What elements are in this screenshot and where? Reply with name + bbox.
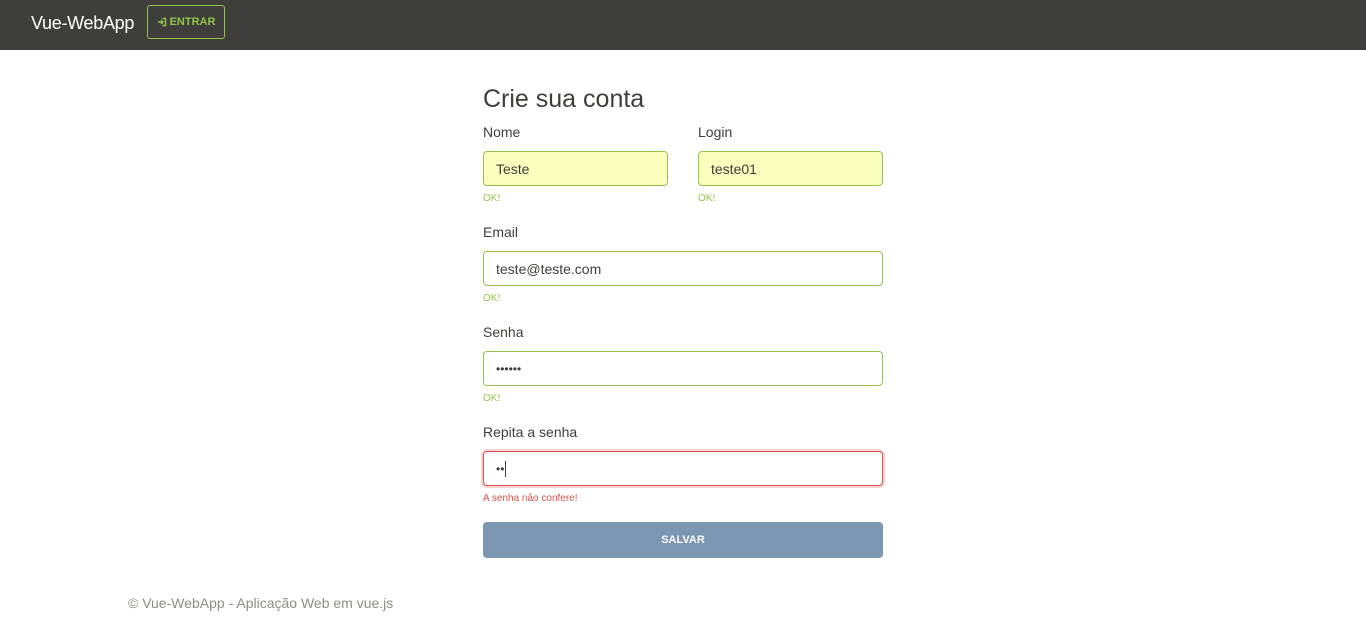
email-label: Email — [483, 224, 519, 240]
senha-input-value: •••••• — [496, 361, 522, 376]
page-title: Crie sua conta — [483, 85, 645, 113]
senha-feedback: OK! — [483, 393, 501, 404]
entrar-button-label: ENTRAR — [169, 16, 216, 28]
email-input-value: teste@teste.com — [496, 260, 602, 277]
text-cursor — [505, 460, 507, 477]
brand-link[interactable]: Vue-WebApp — [31, 13, 134, 34]
entrar-button[interactable]: ENTRAR — [147, 5, 225, 39]
senha-input[interactable]: •••••• — [483, 351, 883, 386]
email-feedback: OK! — [483, 293, 501, 304]
email-input[interactable]: teste@teste.com — [483, 251, 883, 286]
footer-text: © Vue-WebApp - Aplicação Web em vue.js — [128, 595, 394, 611]
repita-senha-input-value: •• — [496, 461, 505, 476]
top-navbar: Vue-WebApp ENTRAR — [0, 0, 1366, 50]
senha-label: Senha — [483, 324, 524, 340]
login-input-value: teste01 — [711, 160, 757, 177]
login-input[interactable]: teste01 — [698, 151, 883, 186]
sign-in-icon — [157, 17, 167, 27]
repita-senha-label: Repita a senha — [483, 424, 578, 440]
repita-senha-input[interactable]: •• — [483, 451, 883, 486]
salvar-button[interactable]: SALVAR — [483, 522, 883, 558]
salvar-button-label: SALVAR — [661, 534, 705, 546]
login-label: Login — [698, 124, 733, 140]
repita-senha-error: A senha não confere! — [483, 493, 578, 504]
login-feedback: OK! — [698, 193, 716, 204]
nome-feedback: OK! — [483, 193, 501, 204]
nome-input[interactable]: Teste — [483, 151, 668, 186]
nome-label: Nome — [483, 124, 521, 140]
nome-input-value: Teste — [496, 160, 530, 177]
